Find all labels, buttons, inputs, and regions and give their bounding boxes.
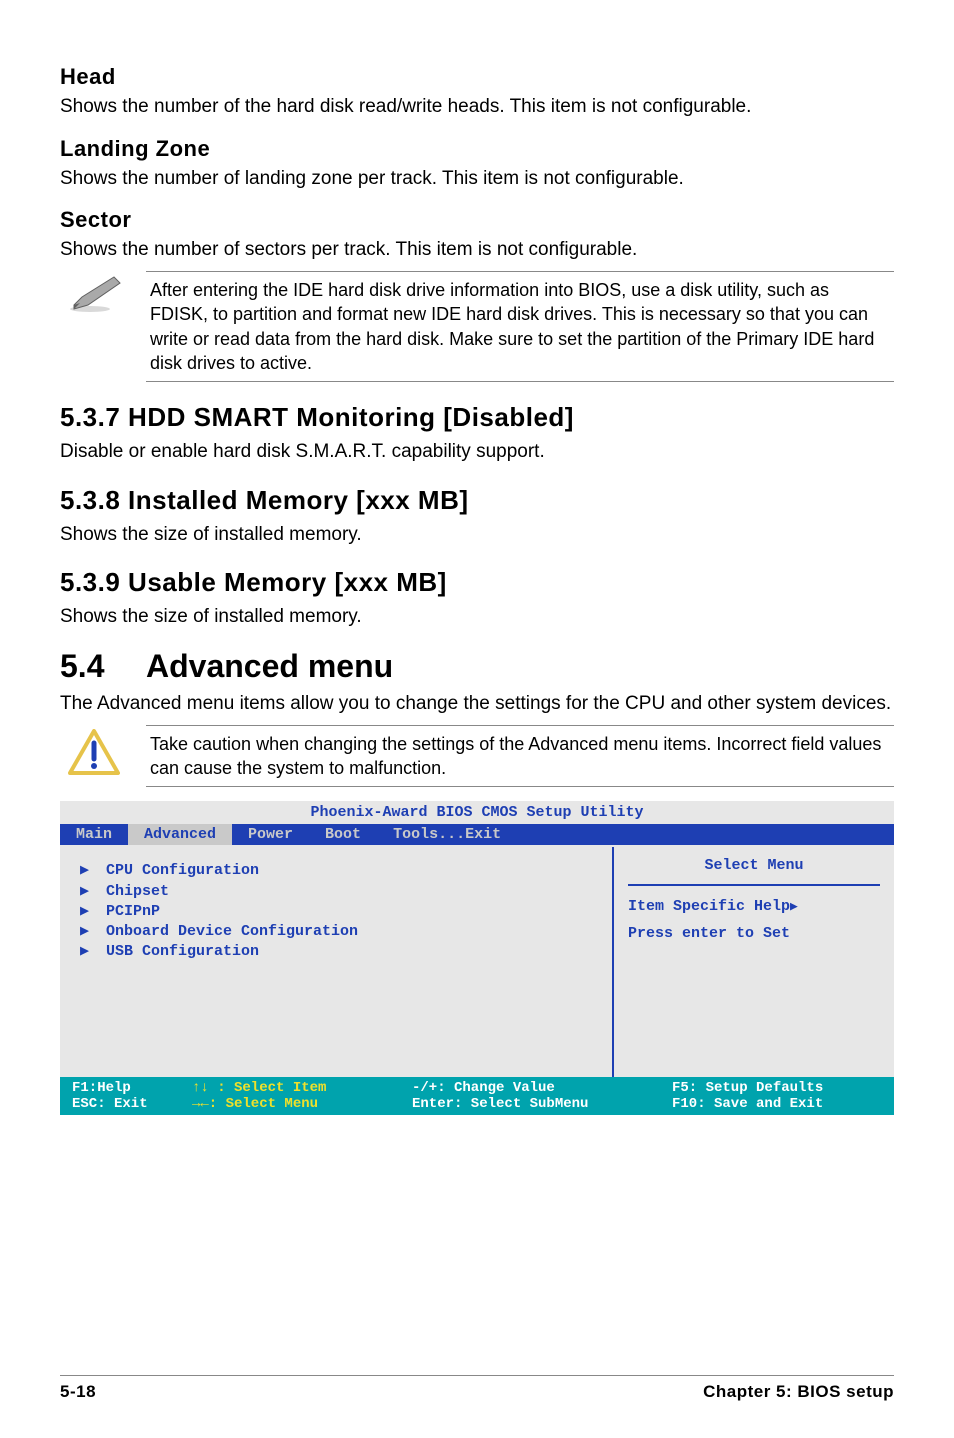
page-footer: 5-18 Chapter 5: BIOS setup (60, 1375, 894, 1402)
bios-help-line2: Press enter to Set (628, 925, 880, 942)
bios-footer-select-item: ↑↓ : Select Item (192, 1080, 412, 1096)
bios-footer-setup-defaults: F5: Setup Defaults (672, 1080, 882, 1096)
bios-left-pane: ▶CPU Configuration ▶Chipset ▶PCIPnP ▶Onb… (60, 847, 614, 1077)
text-usable-memory: Shows the size of installed memory. (60, 604, 894, 630)
bios-screenshot: Phoenix-Award BIOS CMOS Setup Utility Ma… (60, 801, 894, 1115)
chapter-title: Chapter 5: BIOS setup (703, 1382, 894, 1402)
heading-sector: Sector (60, 207, 894, 233)
bios-tab-main[interactable]: Main (60, 824, 128, 845)
heading-advanced-num: 5.4 (60, 648, 146, 685)
warning-icon (68, 725, 128, 780)
bios-footer-save-exit: F10: Save and Exit (672, 1096, 882, 1112)
triangle-right-icon: ▶ (80, 922, 106, 942)
bios-item-label: CPU Configuration (106, 861, 259, 881)
text-head: Shows the number of the hard disk read/w… (60, 94, 894, 120)
triangle-right-icon: ▶ (790, 899, 798, 914)
bios-right-title: Select Menu (628, 847, 880, 886)
bios-footer-change-value: -/+: Change Value (412, 1080, 672, 1096)
bios-item-onboard[interactable]: ▶Onboard Device Configuration (80, 922, 592, 942)
bios-item-pcipnp[interactable]: ▶PCIPnP (80, 902, 592, 922)
note-pencil-text: After entering the IDE hard disk drive i… (146, 271, 894, 382)
bios-footer-exit: ESC: Exit (72, 1096, 192, 1112)
text-landing-zone: Shows the number of landing zone per tra… (60, 166, 894, 192)
text-advanced-menu: The Advanced menu items allow you to cha… (60, 691, 894, 717)
bios-title: Phoenix-Award BIOS CMOS Setup Utility (60, 801, 894, 824)
text-sector: Shows the number of sectors per track. T… (60, 237, 894, 263)
note-caution: Take caution when changing the settings … (60, 725, 894, 788)
heading-installed-memory: 5.3.8 Installed Memory [xxx MB] (60, 485, 894, 516)
bios-item-label: Onboard Device Configuration (106, 922, 358, 942)
note-caution-text: Take caution when changing the settings … (146, 725, 894, 788)
heading-hdd-smart: 5.3.7 HDD SMART Monitoring [Disabled] (60, 402, 894, 433)
bios-item-label: USB Configuration (106, 942, 259, 962)
page-number: 5-18 (60, 1382, 96, 1402)
bios-footer-help: F1:Help (72, 1080, 192, 1096)
bios-item-label: PCIPnP (106, 902, 160, 922)
bios-footer: F1:Help ↑↓ : Select Item -/+: Change Val… (60, 1077, 894, 1115)
heading-advanced-title: Advanced menu (146, 648, 393, 684)
bios-item-label: Chipset (106, 882, 169, 902)
heading-usable-memory: 5.3.9 Usable Memory [xxx MB] (60, 567, 894, 598)
bios-help-line1: Item Specific Help▶ (628, 898, 880, 915)
pencil-icon (68, 271, 128, 320)
bios-tab-advanced[interactable]: Advanced (128, 824, 232, 845)
triangle-right-icon: ▶ (80, 861, 106, 881)
bios-right-pane: Select Menu Item Specific Help▶ Press en… (614, 847, 894, 1077)
triangle-right-icon: ▶ (80, 942, 106, 962)
bios-footer-select-menu: →←: Select Menu (192, 1096, 412, 1112)
note-pencil: After entering the IDE hard disk drive i… (60, 271, 894, 382)
bios-item-chipset[interactable]: ▶Chipset (80, 882, 592, 902)
triangle-right-icon: ▶ (80, 902, 106, 922)
bios-item-cpu[interactable]: ▶CPU Configuration (80, 861, 592, 881)
text-installed-memory: Shows the size of installed memory. (60, 522, 894, 548)
heading-head: Head (60, 64, 894, 90)
bios-item-usb[interactable]: ▶USB Configuration (80, 942, 592, 962)
bios-tab-tools-exit[interactable]: Tools...Exit (377, 824, 517, 845)
heading-landing-zone: Landing Zone (60, 136, 894, 162)
bios-tab-power[interactable]: Power (232, 824, 309, 845)
triangle-right-icon: ▶ (80, 882, 106, 902)
bios-footer-select-submenu: Enter: Select SubMenu (412, 1096, 672, 1112)
heading-advanced-menu: 5.4Advanced menu (60, 648, 894, 685)
bios-tab-boot[interactable]: Boot (309, 824, 377, 845)
text-hdd-smart: Disable or enable hard disk S.M.A.R.T. c… (60, 439, 894, 465)
bios-menubar: Main Advanced Power Boot Tools...Exit (60, 824, 894, 845)
